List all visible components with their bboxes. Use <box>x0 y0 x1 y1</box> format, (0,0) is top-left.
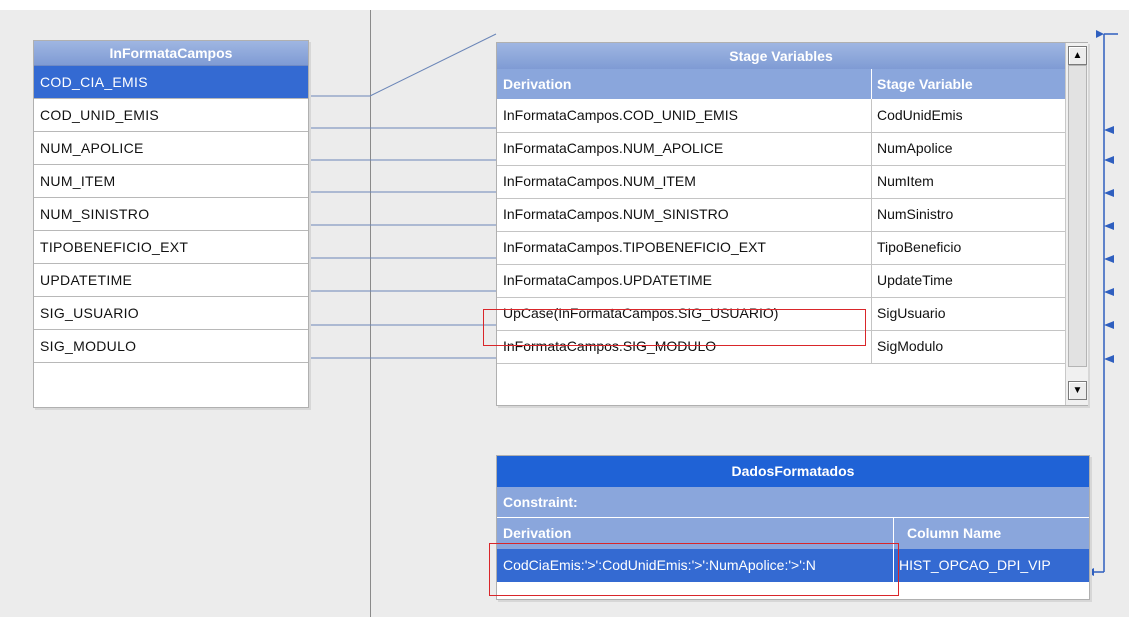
link-line-stage-header <box>369 33 497 97</box>
stage-variables-header: Derivation Stage Variable <box>497 69 1065 99</box>
cell-separator <box>893 549 894 582</box>
stage-variable-cell[interactable]: NumItem <box>877 165 934 198</box>
stage-variable-row[interactable]: InFormataCampos.NUM_ITEM NumItem <box>497 165 1065 199</box>
derivation-cell[interactable]: InFormataCampos.NUM_APOLICE <box>503 132 867 165</box>
input-column-row[interactable]: NUM_ITEM <box>34 165 308 198</box>
scrollbar-thumb[interactable] <box>1068 65 1087 367</box>
output-column-row[interactable]: CodCiaEmis:'>':CodUnidEmis:'>':NumApolic… <box>497 549 1089 582</box>
scroll-down-arrow-icon[interactable]: ▼ <box>1068 381 1087 400</box>
link-arrow-icon <box>1104 288 1114 296</box>
link-arrow-icon <box>1104 156 1114 164</box>
cell-separator <box>871 330 872 363</box>
stage-variable-row[interactable]: InFormataCampos.NUM_APOLICE NumApolice <box>497 132 1065 166</box>
derivation-cell[interactable]: CodCiaEmis:'>':CodUnidEmis:'>':NumApolic… <box>503 549 893 582</box>
link-arrow-icon <box>1104 189 1114 197</box>
input-column-row[interactable]: NUM_SINISTRO <box>34 198 308 231</box>
stage-variable-row[interactable]: InFormataCampos.SIG_MODULO SigModulo <box>497 330 1065 364</box>
derivation-cell[interactable]: InFormataCampos.NUM_SINISTRO <box>503 198 867 231</box>
derivation-cell[interactable]: UpCase(InFormataCampos.SIG_USUARIO) <box>503 297 867 330</box>
cell-separator <box>871 231 872 264</box>
link-arrow-icon <box>1096 30 1104 38</box>
stage-variables-table[interactable]: Stage Variables Derivation Stage Variabl… <box>496 42 1088 406</box>
stage-variables-title[interactable]: Stage Variables <box>497 43 1065 69</box>
output-header: Derivation Column Name <box>497 518 1089 549</box>
stage-variable-cell[interactable]: NumApolice <box>877 132 952 165</box>
link-arrow-icon <box>1104 126 1114 134</box>
input-column-row[interactable]: TIPOBENEFICIO_EXT <box>34 231 308 264</box>
cell-separator <box>871 165 872 198</box>
input-column-row[interactable]: COD_UNID_EMIS <box>34 99 308 132</box>
stage-variable-row[interactable]: InFormataCampos.NUM_SINISTRO NumSinistro <box>497 198 1065 232</box>
derivation-cell[interactable]: InFormataCampos.COD_UNID_EMIS <box>503 99 867 132</box>
cell-separator <box>871 297 872 330</box>
output-link-title[interactable]: DadosFormatados <box>497 456 1089 487</box>
link-arrow-icon <box>1104 255 1114 263</box>
column-separator[interactable] <box>871 69 872 99</box>
cell-separator <box>871 264 872 297</box>
column-name-cell[interactable]: HIST_OPCAO_DPI_VIP <box>899 549 1085 582</box>
cell-separator <box>871 198 872 231</box>
constraint-bar[interactable]: Constraint: <box>497 487 1089 518</box>
derivation-header[interactable]: Derivation <box>503 518 571 549</box>
stage-variable-cell[interactable]: SigModulo <box>877 330 943 363</box>
stage-variable-cell[interactable]: TipoBeneficio <box>877 231 961 264</box>
stage-variable-row[interactable]: InFormataCampos.UPDATETIME UpdateTime <box>497 264 1065 298</box>
derivation-cell[interactable]: InFormataCampos.UPDATETIME <box>503 264 867 297</box>
stage-variable-row[interactable]: InFormataCampos.TIPOBENEFICIO_EXT TipoBe… <box>497 231 1065 265</box>
stage-variable-cell[interactable]: CodUnidEmis <box>877 99 963 132</box>
stage-vertical-scrollbar[interactable]: ▲ ▼ <box>1065 43 1088 405</box>
transformer-canvas: InFormataCampos COD_CIA_EMIS COD_UNID_EM… <box>0 0 1129 617</box>
input-link-title[interactable]: InFormataCampos <box>34 41 308 66</box>
input-column-row[interactable]: COD_CIA_EMIS <box>34 66 308 99</box>
input-column-row[interactable]: NUM_APOLICE <box>34 132 308 165</box>
column-separator[interactable] <box>893 518 894 549</box>
cell-separator <box>871 99 872 132</box>
stage-variable-cell[interactable]: UpdateTime <box>877 264 953 297</box>
output-link-table[interactable]: DadosFormatados Constraint: Derivation C… <box>496 455 1090 600</box>
scroll-up-arrow-icon[interactable]: ▲ <box>1068 46 1087 65</box>
stage-variable-row[interactable]: InFormataCampos.COD_UNID_EMIS CodUnidEmi… <box>497 99 1065 133</box>
input-link-table[interactable]: InFormataCampos COD_CIA_EMIS COD_UNID_EM… <box>33 40 309 408</box>
stage-variable-row[interactable]: UpCase(InFormataCampos.SIG_USUARIO) SigU… <box>497 297 1065 331</box>
derivation-cell[interactable]: InFormataCampos.TIPOBENEFICIO_EXT <box>503 231 867 264</box>
derivation-cell[interactable]: InFormataCampos.SIG_MODULO <box>503 330 867 363</box>
derivation-cell[interactable]: InFormataCampos.NUM_ITEM <box>503 165 867 198</box>
cell-separator <box>871 132 872 165</box>
link-arrow-icon <box>1104 222 1114 230</box>
column-name-header[interactable]: Column Name <box>907 518 1001 549</box>
stage-variable-cell[interactable]: SigUsuario <box>877 297 945 330</box>
stage-variable-cell[interactable]: NumSinistro <box>877 198 953 231</box>
stage-variable-header[interactable]: Stage Variable <box>877 69 973 99</box>
input-column-row[interactable]: UPDATETIME <box>34 264 308 297</box>
input-column-row[interactable]: SIG_MODULO <box>34 330 308 363</box>
link-arrow-icon <box>1104 321 1114 329</box>
derivation-header[interactable]: Derivation <box>503 69 571 99</box>
link-arrow-icon <box>1104 355 1114 363</box>
input-column-row[interactable]: SIG_USUARIO <box>34 297 308 330</box>
